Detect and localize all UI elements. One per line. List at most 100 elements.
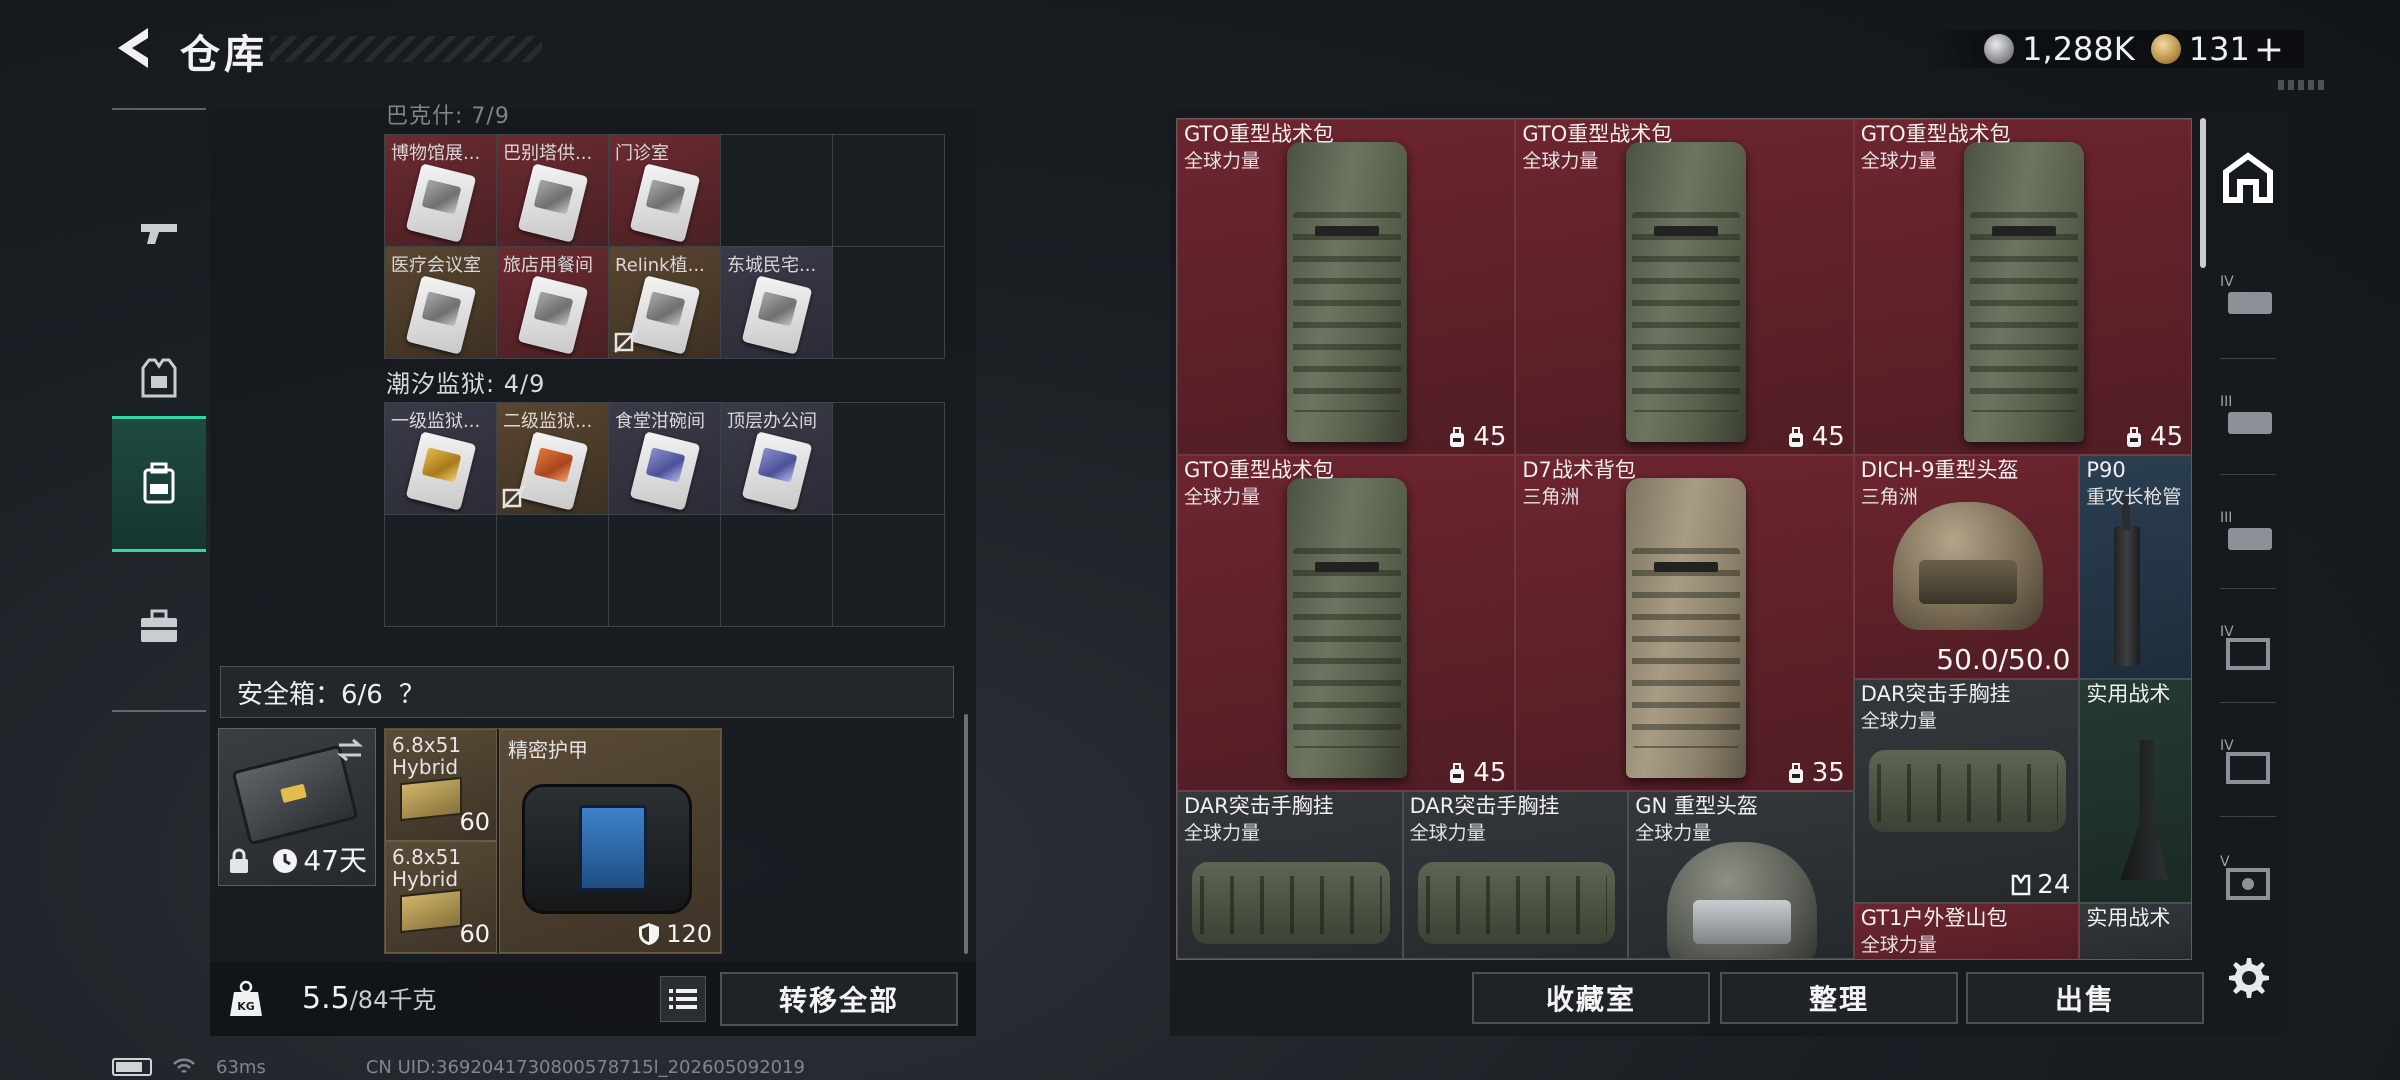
keycard-image	[741, 431, 813, 511]
keycard-image	[517, 431, 589, 511]
container-item[interactable]: DAR突击手胸挂 全球力量	[1177, 791, 1403, 959]
item-count-value: 45	[1811, 422, 1845, 452]
chest-rig-image	[1192, 862, 1390, 944]
category-tier-iii-b[interactable]: III	[2218, 504, 2278, 564]
container-grid: GTO重型战术包 全球力量 45 GTO重型战术包 全球力量 45 GTO重型战术包 全球力量…	[1176, 118, 2192, 960]
group-header-baksh: 巴克什: 7/9	[386, 104, 510, 129]
keycard-slot[interactable]: Relink植...	[609, 247, 721, 359]
category-rail: IV III III IV IV V	[2200, 118, 2276, 938]
empty-slot[interactable]	[833, 515, 945, 627]
category-tier-iv-b[interactable]: IV	[2218, 618, 2278, 678]
category-all[interactable]	[2218, 148, 2278, 208]
container-item[interactable]: GTO重型战术包 全球力量 45	[1515, 119, 1854, 455]
item-subtitle: 全球力量	[1522, 150, 1599, 172]
keycard-label: 巴别塔供...	[503, 143, 593, 164]
no-insure-icon	[502, 485, 526, 509]
settings-gear-icon[interactable]	[2224, 954, 2270, 1000]
container-item[interactable]: 实用战术	[2079, 903, 2191, 959]
armor-slot[interactable]: 精密护甲 120	[499, 729, 721, 953]
nav-storage[interactable]	[112, 416, 206, 552]
group-header-tidal-prison: 潮汐监狱: 4/9	[386, 370, 546, 398]
item-name: GT1户外登山包	[1860, 906, 2008, 930]
item-count-value: 24	[2037, 870, 2071, 900]
back-button[interactable]	[108, 22, 160, 74]
container-item[interactable]: GT1户外登山包 全球力量	[1853, 903, 2080, 959]
capacity-bag-icon	[1788, 763, 1803, 783]
backpack-icon	[143, 462, 175, 504]
keycard-slot[interactable]: 旅店用餐间	[497, 247, 609, 359]
keycard-slot[interactable]: 顶层办公间	[721, 403, 833, 515]
helmet-image	[1666, 842, 1817, 958]
category-tier-iv-c[interactable]: IV	[2218, 732, 2278, 792]
armor-durability: 120	[638, 920, 712, 948]
empty-slot[interactable]	[609, 515, 721, 627]
item-name: 实用战术	[2086, 682, 2171, 706]
tier-iii-armor-icon: III	[2220, 510, 2272, 550]
ammo-slot-1[interactable]: 6.8x51 Hybrid 60	[385, 729, 497, 841]
container-item[interactable]: GTO重型战术包 全球力量 45	[1177, 119, 1516, 455]
keycard-slot[interactable]: 巴别塔供...	[497, 135, 609, 247]
item-name: GTO重型战术包	[1860, 122, 2011, 146]
container-item[interactable]: GTO重型战术包 全球力量 45	[1853, 119, 2191, 455]
empty-slot[interactable]	[721, 135, 833, 247]
ammo-label: 6.8x51 Hybrid	[392, 845, 462, 891]
keycard-slot[interactable]: 门诊室	[609, 135, 721, 247]
safebox-title: 安全箱：6/6	[237, 679, 383, 710]
safe-case-slot[interactable]: 47天	[218, 728, 376, 886]
pistol-icon	[141, 224, 177, 244]
empty-slot[interactable]	[497, 515, 609, 627]
keycard-slot[interactable]: 医疗会议室	[385, 247, 497, 359]
container-item[interactable]: GTO重型战术包 全球力量 45	[1177, 455, 1516, 791]
chest-rig-image	[1868, 750, 2067, 832]
add-currency-button[interactable]: +	[2254, 29, 2284, 70]
item-name: DAR突击手胸挂	[1409, 794, 1560, 818]
category-tier-iv-a[interactable]: IV	[2218, 268, 2278, 328]
sell-button[interactable]: 出售	[1966, 972, 2204, 1024]
category-tier-v[interactable]: V	[2218, 848, 2278, 908]
lock-icon	[230, 848, 248, 873]
tier-iv-folder-icon: IV	[2220, 624, 2270, 670]
keycard-slot[interactable]: 二级监狱...	[497, 403, 609, 515]
empty-slot[interactable]	[833, 247, 945, 359]
container-item[interactable]: DAR突击手胸挂 全球力量 24	[1853, 679, 2080, 903]
ammo-slot-2[interactable]: 6.8x51 Hybrid 60	[385, 841, 497, 953]
transfer-all-button[interactable]: 转移全部	[720, 972, 958, 1026]
keycard-image	[405, 275, 477, 355]
tier-v-safe-icon: V	[2220, 854, 2270, 900]
keycard-image	[629, 275, 701, 355]
help-button[interactable]: ？	[399, 674, 425, 711]
silver-currency: 1,288K	[1984, 30, 2135, 68]
empty-slot[interactable]	[833, 135, 945, 247]
ammo-count: 60	[459, 920, 490, 948]
weight-max: /84千克	[349, 986, 437, 1014]
container-item[interactable]: DICH-9重型头盔 三角洲 50.0/50.0	[1853, 455, 2080, 679]
category-tier-iii-a[interactable]: III	[2218, 388, 2278, 448]
keycard-slot[interactable]: 一级监狱...	[385, 403, 497, 515]
empty-slot[interactable]	[385, 515, 497, 627]
keycard-label: 博物馆展...	[391, 143, 481, 164]
storage-scrollbar[interactable]	[964, 714, 968, 954]
keycard-slot[interactable]: 食堂泔碗间	[609, 403, 721, 515]
container-item[interactable]: 实用战术	[2079, 679, 2191, 903]
keycard-slot[interactable]: 东城民宅...	[721, 247, 833, 359]
carry-weight: 5.5/84千克	[302, 980, 436, 1016]
container-item[interactable]: D7战术背包 三角洲 35	[1515, 455, 1854, 791]
container-item[interactable]: GN 重型头盔 全球力量	[1628, 791, 1854, 959]
nav-toolbox[interactable]	[112, 558, 206, 694]
list-view-button[interactable]	[660, 976, 706, 1022]
sort-button[interactable]: 整理	[1720, 972, 1958, 1024]
empty-slot[interactable]	[721, 515, 833, 627]
container-item[interactable]: P90 重攻长枪管	[2079, 455, 2191, 679]
item-subtitle: 全球力量	[1860, 934, 1937, 956]
keycard-slot[interactable]: 博物馆展...	[385, 135, 497, 247]
svg-text:III: III	[2220, 510, 2232, 526]
swap-icon[interactable]	[335, 737, 365, 763]
backpack-image	[1625, 142, 1746, 442]
collection-room-button[interactable]: 收藏室	[1472, 972, 1710, 1024]
nav-weapons[interactable]	[112, 166, 206, 302]
empty-slot[interactable]	[833, 403, 945, 515]
gold-currency[interactable]: 131 +	[2150, 29, 2284, 70]
container-item[interactable]: DAR突击手胸挂 全球力量	[1402, 791, 1629, 959]
weight-kg-icon: KG	[230, 980, 262, 1016]
item-name: 实用战术	[2086, 906, 2171, 930]
